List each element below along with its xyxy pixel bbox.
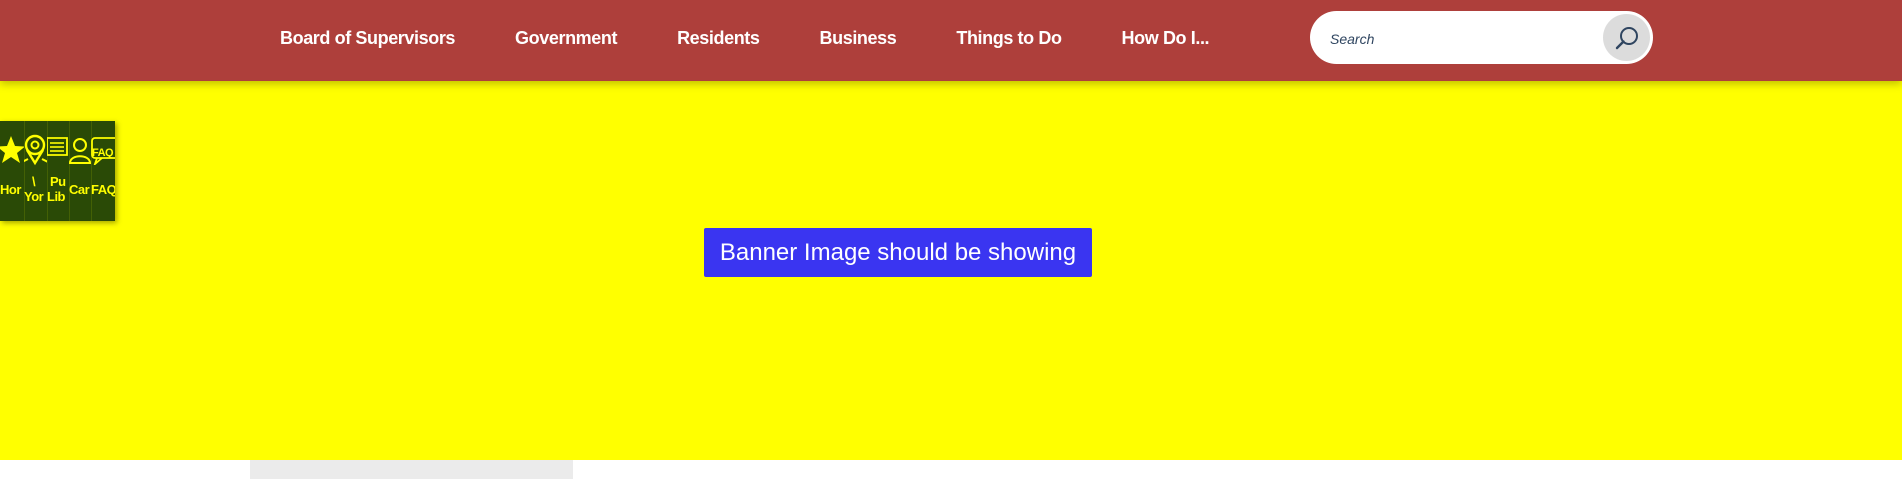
page: Board of Supervisors Government Resident…: [0, 0, 1902, 479]
search-box: [1310, 11, 1653, 66]
header-bar: Board of Supervisors Government Resident…: [0, 0, 1902, 81]
person-icon: [69, 138, 91, 164]
nav-item-things-to-do[interactable]: Things to Do: [926, 28, 1091, 49]
search-button[interactable]: [1603, 14, 1650, 61]
content-tab: [250, 460, 573, 479]
quick-link-public-library-label-line1: Pu: [50, 174, 66, 189]
quick-link-your-location-label-line1: \: [32, 174, 36, 189]
quick-link-home-label: Hor: [0, 182, 21, 197]
nav-item-residents[interactable]: Residents: [647, 28, 789, 49]
main-nav: Board of Supervisors Government Resident…: [250, 0, 1239, 81]
quick-links-widget: Hor \ Yor Pu Lib Car FAQ FAQ: [0, 121, 115, 221]
quick-link-faq[interactable]: FAQ FAQ: [91, 121, 115, 221]
quick-link-public-library-label-line2: Lib: [47, 189, 66, 204]
quick-link-home[interactable]: Hor: [0, 121, 24, 221]
hero-banner: Banner Image should be showing: [0, 81, 1902, 460]
map-pin-icon: [24, 134, 47, 166]
quick-link-careers[interactable]: Car: [69, 121, 91, 221]
search-input[interactable]: [1328, 11, 1592, 66]
search-icon: [1615, 26, 1638, 49]
quick-link-your-location[interactable]: \ Yor: [24, 121, 47, 221]
quick-link-faq-label: FAQ: [91, 182, 115, 197]
banner-placeholder-notice: Banner Image should be showing: [704, 228, 1092, 277]
quick-link-public-library[interactable]: Pu Lib: [47, 121, 69, 221]
nav-item-government[interactable]: Government: [485, 28, 647, 49]
quick-link-your-location-label-line2: Yor: [24, 189, 44, 204]
faq-icon-text: FAQ: [92, 147, 114, 159]
nav-item-business[interactable]: Business: [790, 28, 927, 49]
book-icon: [47, 137, 68, 156]
star-icon: [0, 136, 24, 163]
nav-item-how-do-i[interactable]: How Do I...: [1092, 28, 1240, 49]
quick-link-careers-label: Car: [69, 182, 90, 197]
nav-item-board-of-supervisors[interactable]: Board of Supervisors: [250, 28, 485, 49]
